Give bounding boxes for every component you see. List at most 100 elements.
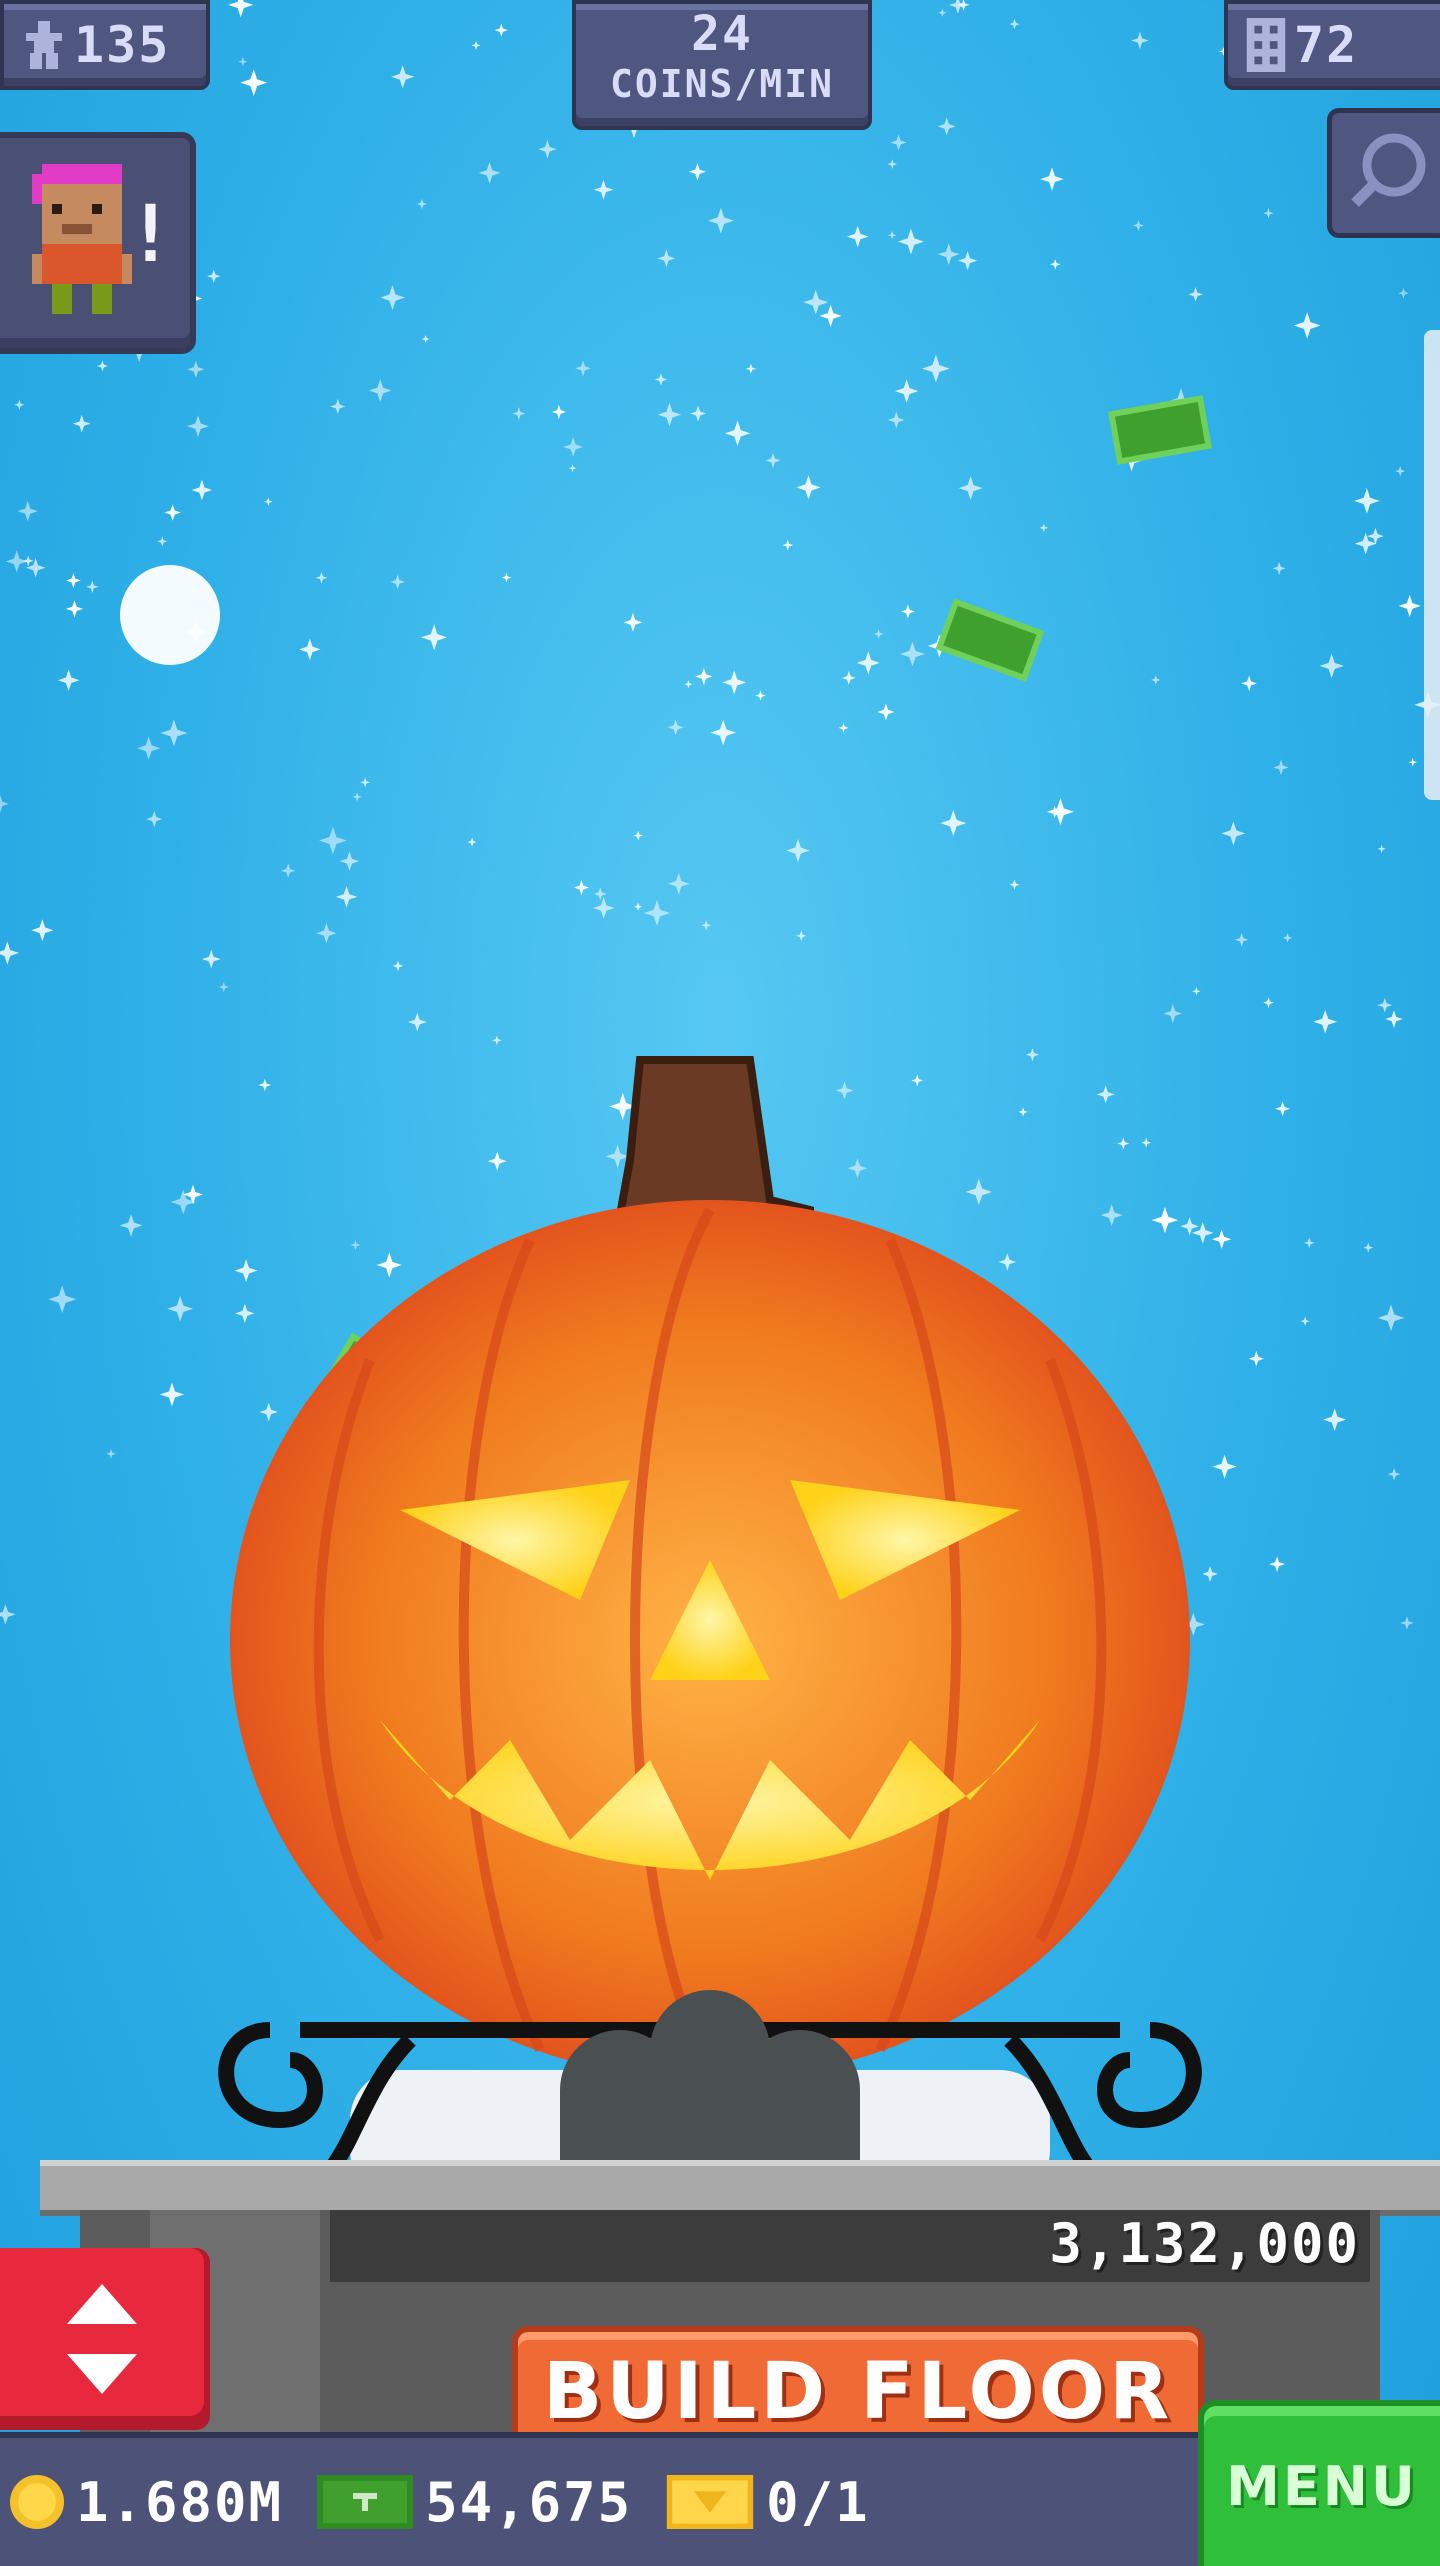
- sparkle: [183, 1184, 203, 1205]
- sparkle: [922, 354, 950, 383]
- sparkle: [1132, 219, 1145, 232]
- sparkle: [187, 415, 209, 438]
- falling-banknote: [935, 598, 1045, 682]
- sparkle: [319, 826, 347, 855]
- sparkle: [796, 475, 821, 500]
- sparkle: [390, 574, 405, 590]
- sparkle: [1273, 759, 1289, 776]
- sparkle: [167, 1295, 194, 1322]
- sparkle: [157, 536, 168, 547]
- glow-orb: [120, 565, 220, 665]
- residents-count: 135: [74, 16, 171, 74]
- side-drawer-tab[interactable]: [1424, 330, 1440, 800]
- sparkle: [1395, 466, 1406, 477]
- sparkle: [633, 902, 643, 911]
- sparkle: [31, 919, 54, 942]
- sparkle: [164, 504, 181, 521]
- sparkle: [467, 837, 477, 847]
- sparkle: [710, 719, 737, 746]
- sparkle: [873, 629, 884, 639]
- sparkle: [137, 736, 161, 760]
- sparkle: [146, 810, 163, 828]
- sparkle: [416, 198, 428, 210]
- sparkle: [1248, 1350, 1265, 1367]
- sparkle: [5, 550, 28, 573]
- sparkle: [494, 23, 508, 37]
- up-down-arrows-icon: [67, 2284, 137, 2394]
- tickets-amount: 0/1: [766, 2470, 870, 2534]
- sparkle: [96, 360, 109, 372]
- sparkle: [657, 249, 676, 268]
- sparkle: [1269, 1556, 1285, 1572]
- floors-counter[interactable]: 72: [1224, 0, 1440, 90]
- sparkle: [1385, 1010, 1403, 1028]
- falling-banknote: [1108, 395, 1212, 465]
- sparkle: [877, 703, 895, 721]
- sparkle: [281, 863, 296, 878]
- sparkle: [421, 334, 430, 344]
- sparkle: [17, 501, 38, 522]
- sparkle: [927, 634, 951, 658]
- sparkle: [0, 941, 20, 965]
- sparkle: [65, 600, 84, 618]
- sparkle: [575, 360, 591, 377]
- menu-label: MENU: [1226, 2454, 1418, 2518]
- sparkle: [695, 667, 713, 686]
- sparkle: [207, 269, 221, 283]
- person-icon: [26, 21, 62, 69]
- coins-stat: 1.680M: [10, 2471, 283, 2534]
- sparkle: [22, 555, 34, 567]
- bux-stat: 54,675: [317, 2471, 632, 2534]
- coins-amount: 1.680M: [76, 2470, 284, 2534]
- sparkle: [1049, 258, 1061, 270]
- search-button[interactable]: [1327, 108, 1440, 238]
- sparkle: [1263, 208, 1274, 219]
- sparkle: [856, 651, 880, 675]
- sparkle: [1363, 1242, 1374, 1253]
- sparkle: [72, 414, 91, 433]
- sparkle: [667, 719, 684, 736]
- sparkle: [841, 671, 856, 685]
- sparkle: [958, 251, 978, 271]
- sparkle: [238, 56, 248, 67]
- sparkle: [1241, 675, 1257, 692]
- sparkle: [899, 641, 925, 667]
- sparkle: [240, 69, 268, 97]
- sparkle: [187, 360, 205, 378]
- sparkle: [368, 379, 392, 402]
- sparkle: [1167, 388, 1195, 415]
- menu-button[interactable]: MENU: [1198, 2400, 1440, 2566]
- sparkle: [688, 163, 707, 181]
- sparkle: [745, 363, 756, 374]
- sparkle: [471, 40, 481, 50]
- sparkle: [1221, 821, 1246, 846]
- sparkle: [421, 624, 448, 651]
- sparkle: [846, 225, 869, 248]
- sparkle: [1188, 286, 1203, 302]
- sparkle: [782, 539, 794, 551]
- sparkle: [897, 228, 925, 255]
- sparkle: [657, 402, 682, 427]
- residents-counter[interactable]: 135: [0, 0, 210, 90]
- sparkle: [380, 285, 405, 311]
- sparkle: [1398, 287, 1409, 299]
- sparkle: [887, 411, 905, 429]
- sparkle: [512, 407, 526, 420]
- sparkle: [119, 1213, 143, 1237]
- sparkle: [707, 207, 734, 234]
- sparkle: [0, 1604, 16, 1625]
- sparkle: [690, 405, 707, 422]
- elevator-button[interactable]: [0, 2248, 204, 2430]
- sparkle: [1046, 798, 1074, 826]
- sparkle: [957, 0, 970, 11]
- sparkle: [724, 420, 751, 447]
- sparkle: [65, 573, 81, 588]
- sparkle: [1272, 561, 1286, 575]
- vip-visitor-card[interactable]: !: [0, 132, 196, 354]
- sparkle: [1367, 527, 1384, 545]
- sparkle: [501, 572, 512, 583]
- sparkle: [551, 404, 567, 420]
- sparkle: [25, 557, 46, 578]
- sparkle: [786, 838, 810, 863]
- coins-rate-value: 24: [691, 6, 753, 62]
